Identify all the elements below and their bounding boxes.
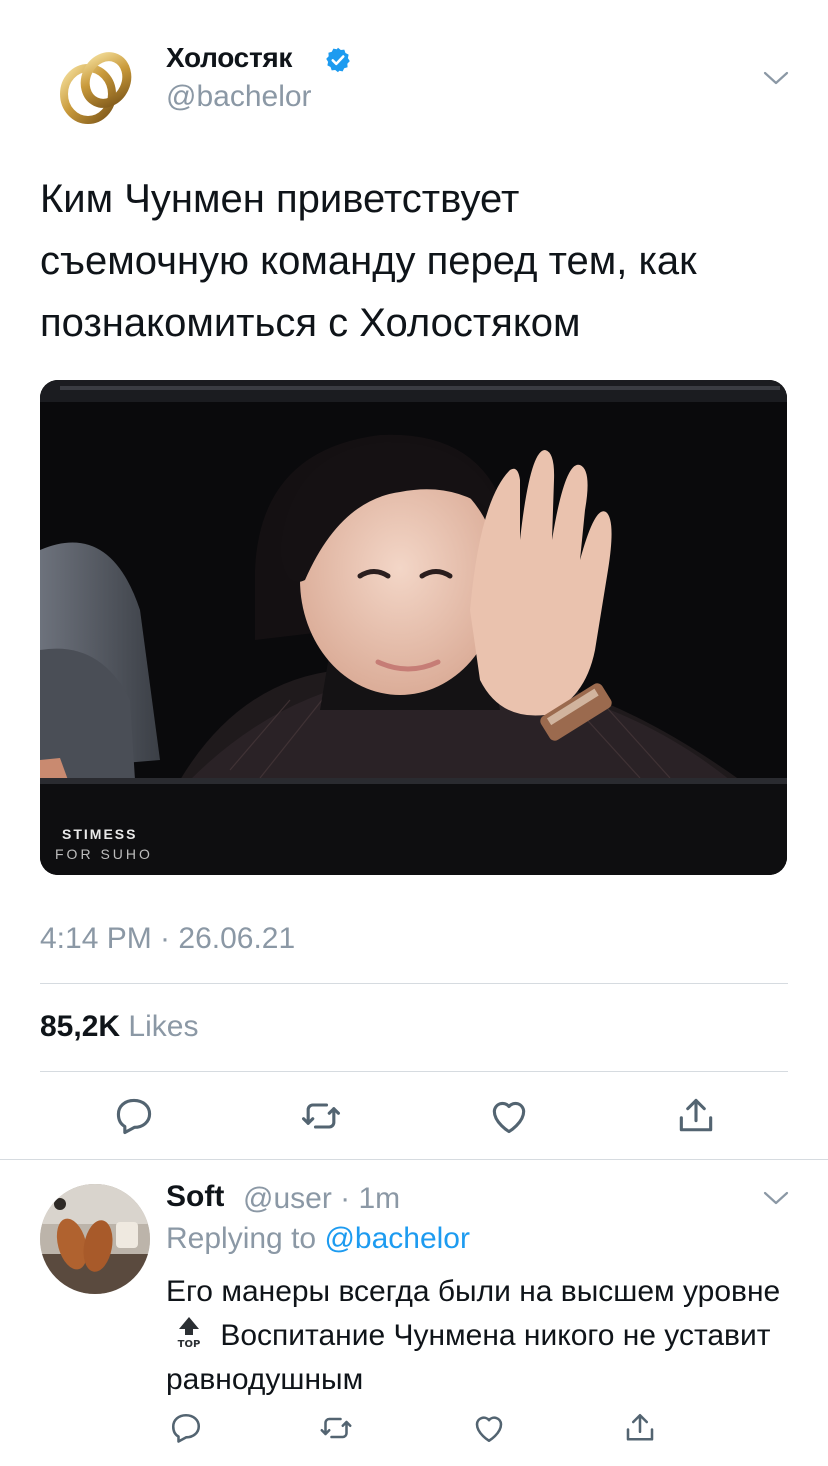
top-arrow-icon: TOP [178, 1317, 201, 1349]
share-icon[interactable] [674, 1094, 718, 1138]
replying-to: Replying to @bachelor [166, 1222, 470, 1256]
tweet-photo[interactable] [40, 380, 787, 875]
photo-watermark-subtitle: FOR SUHO [55, 846, 153, 862]
display-name[interactable]: Холостяк [166, 42, 292, 74]
replying-prefix: Replying to [166, 1222, 317, 1255]
tweet-timestamp[interactable]: 4:14 PM · 26.06.21 [40, 922, 295, 956]
chevron-down-icon[interactable] [763, 1190, 789, 1206]
reply-handle-time[interactable]: @user · 1m [243, 1182, 400, 1216]
retweet-icon[interactable] [299, 1094, 343, 1138]
reply-text-part2: Воспитание Чунмена никого не уставит рав… [166, 1319, 771, 1396]
reply-avatar[interactable] [40, 1184, 150, 1294]
like-icon[interactable] [487, 1094, 531, 1138]
divider [40, 983, 788, 984]
avatar-photo [40, 1184, 150, 1294]
reply-icon[interactable] [112, 1094, 156, 1138]
divider [40, 1071, 788, 1072]
section-divider [0, 1159, 828, 1160]
replying-handle-link[interactable]: @bachelor [324, 1222, 470, 1255]
photo-watermark-title: STIMESS [62, 826, 138, 842]
chevron-down-icon[interactable] [763, 70, 789, 86]
gold-rings-icon [60, 52, 132, 124]
reply-display-name[interactable]: Soft [166, 1180, 224, 1214]
photo-illustration [40, 380, 787, 875]
reply-icon[interactable] [168, 1410, 204, 1446]
like-icon[interactable] [471, 1410, 507, 1446]
retweet-icon[interactable] [318, 1410, 354, 1446]
top-emoji-label: TOP [178, 1339, 201, 1349]
likes-stat[interactable]: 85,2K Likes [40, 1010, 198, 1044]
bachelor-avatar[interactable] [50, 38, 142, 130]
verified-badge-icon [326, 47, 350, 73]
handle[interactable]: @bachelor [166, 80, 312, 114]
likes-label: Likes [128, 1010, 199, 1043]
share-icon[interactable] [622, 1410, 658, 1446]
likes-count: 85,2K [40, 1010, 121, 1043]
reply-text-part1: Его манеры всегда были на высшем уровне [166, 1275, 781, 1308]
reply-text: Его манеры всегда были на высшем уровне … [166, 1270, 806, 1402]
tweet-text: Ким Чунмен приветствует съемочную команд… [40, 177, 697, 345]
